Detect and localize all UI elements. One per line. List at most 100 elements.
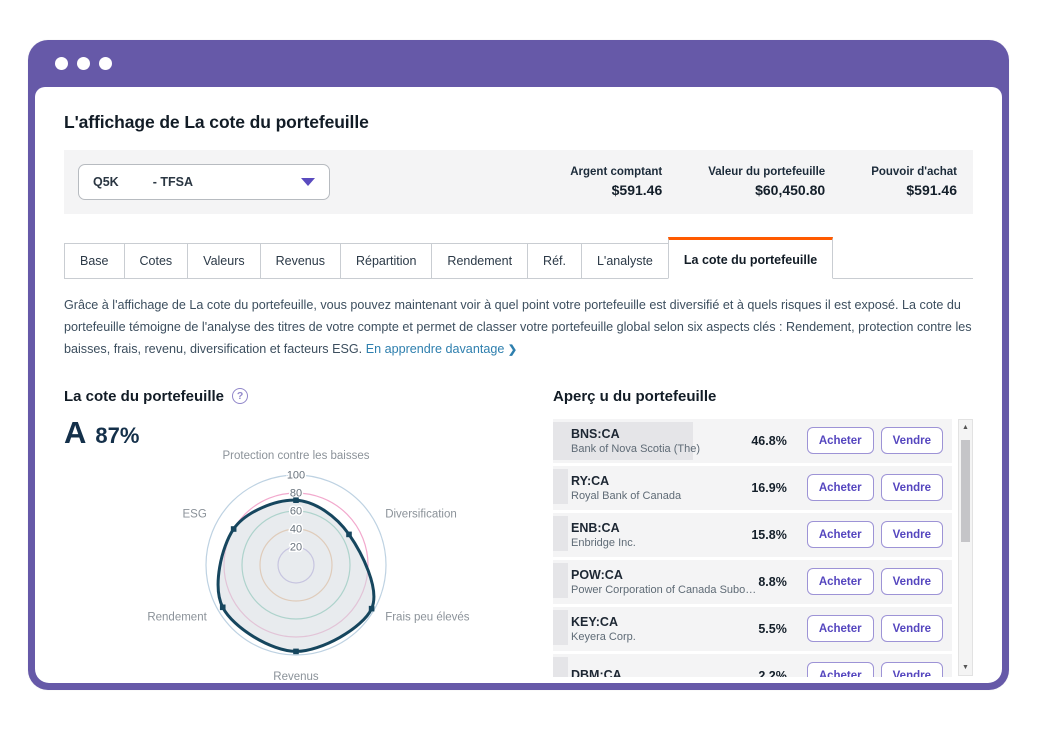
stat-value: $591.46 — [871, 182, 957, 198]
learn-more-link[interactable]: En apprendre davantage — [366, 342, 505, 356]
tab-r-partition[interactable]: Répartition — [340, 243, 432, 278]
row-accent — [553, 657, 568, 677]
holding-weight: 46.8% — [751, 434, 786, 448]
holding-company-name: Keyera Corp. — [571, 631, 758, 643]
buy-button[interactable]: Acheter — [807, 427, 874, 454]
holding-row: KEY:CA Keyera Corp.5.5% Acheter Vendre — [553, 607, 952, 651]
radar-data-marker — [293, 497, 299, 503]
sell-button[interactable]: Vendre — [881, 474, 943, 501]
row-accent — [553, 469, 568, 504]
sell-button[interactable]: Vendre — [881, 568, 943, 595]
account-stat: Argent comptant$591.46 — [570, 166, 662, 198]
radar-axis-label: Revenus — [273, 671, 319, 683]
tab-rendement[interactable]: Rendement — [431, 243, 528, 278]
holding-ticker: DBM:CA — [571, 668, 758, 677]
buy-button[interactable]: Acheter — [807, 568, 874, 595]
holding-name-cell: KEY:CA Keyera Corp. — [571, 615, 758, 643]
chevron-right-icon: ❯ — [508, 344, 517, 356]
radar-axis-label: Frais peu élevés — [385, 611, 470, 623]
holding-row: RY:CA Royal Bank of Canada16.9% Acheter Ven… — [553, 466, 952, 510]
sell-button[interactable]: Vendre — [881, 615, 943, 642]
buy-button[interactable]: Acheter — [807, 474, 874, 501]
window-control-dot[interactable] — [99, 57, 112, 70]
holding-ticker: BNS:CA — [571, 427, 751, 441]
tab-l-analyste[interactable]: L'analyste — [581, 243, 669, 278]
window-control-dot[interactable] — [55, 57, 68, 70]
stat-value: $591.46 — [570, 182, 662, 198]
radar-axis-label: Rendement — [147, 611, 207, 623]
holding-ticker: KEY:CA — [571, 615, 758, 629]
account-code: Q5K — [93, 175, 119, 189]
radar-tick-label: 40 — [290, 523, 302, 535]
holding-weight: 15.8% — [751, 528, 786, 542]
account-summary-bar: Q5K - TFSA Argent comptant$591.46 Valeur … — [64, 150, 973, 214]
tab-r-f-[interactable]: Réf. — [527, 243, 582, 278]
window-control-dot[interactable] — [77, 57, 90, 70]
tab-bar: BaseCotesValeursRevenusRépartitionRendem… — [64, 237, 973, 279]
radar-axis-label: Diversification — [385, 508, 457, 520]
holding-company-name: Enbridge Inc. — [571, 537, 751, 549]
account-type-label: - TFSA — [153, 175, 193, 189]
account-stats: Argent comptant$591.46 Valeur du portefeu… — [570, 166, 959, 198]
radar-axis-label: ESG — [183, 508, 207, 520]
buy-button[interactable]: Acheter — [807, 521, 874, 548]
holding-name-cell: DBM:CA — [571, 668, 758, 677]
row-accent — [553, 516, 568, 551]
buy-button[interactable]: Acheter — [807, 662, 874, 677]
holding-row: POW:CAPower Corporation of Canada Subord… — [553, 560, 952, 604]
stat-label: Pouvoir d'achat — [871, 166, 957, 178]
help-icon[interactable]: ? — [232, 388, 248, 404]
row-accent — [553, 563, 568, 598]
buy-button[interactable]: Acheter — [807, 615, 874, 642]
radar-data-marker — [293, 648, 299, 654]
sell-button[interactable]: Vendre — [881, 521, 943, 548]
chevron-down-icon — [301, 178, 315, 186]
page-content: L'affichage de La cote du portefeuille Q… — [35, 87, 1002, 683]
holdings-list: BNS:CA Bank of Nova Scotia (The)46.8% Ache… — [553, 419, 973, 677]
radar-data-marker — [231, 526, 237, 532]
scroll-up-icon[interactable]: ▲ — [962, 424, 969, 431]
holding-row: ENB:CA Enbridge Inc.15.8% Acheter Vendre — [553, 513, 952, 557]
tab-cotes[interactable]: Cotes — [124, 243, 189, 278]
holding-weight: 8.8% — [758, 575, 787, 589]
window-titlebar — [28, 40, 1009, 87]
radar-data-marker — [220, 604, 226, 610]
description-text: Grâce à l'affichage de La cote du portef… — [64, 298, 972, 356]
page-title: L'affichage de La cote du portefeuille — [64, 112, 973, 133]
holding-weight: 16.9% — [751, 481, 786, 495]
tab-revenus[interactable]: Revenus — [260, 243, 341, 278]
account-stat: Pouvoir d'achat $591.46 — [871, 166, 957, 198]
holding-company-name: Bank of Nova Scotia (The) — [571, 443, 751, 455]
holding-ticker: ENB:CA — [571, 521, 751, 535]
radar-tick-label: 60 — [290, 505, 302, 517]
scroll-thumb[interactable] — [961, 440, 970, 542]
portfolio-score-radar-chart: 20406080100Protection contre les baisses… — [64, 443, 532, 683]
tab-la-cote-du-portefeuille[interactable]: La cote du portefeuille — [668, 237, 833, 279]
holding-name-cell: RY:CA Royal Bank of Canada — [571, 474, 751, 502]
radar-data-marker — [346, 531, 352, 537]
holding-company-name: Power Corporation of Canada Subordinat..… — [571, 584, 758, 596]
radar-data-marker — [369, 606, 375, 612]
sell-button[interactable]: Vendre — [881, 427, 943, 454]
scroll-down-icon[interactable]: ▼ — [962, 664, 969, 671]
tab-base[interactable]: Base — [64, 243, 125, 278]
radar-tick-label: 20 — [290, 541, 302, 553]
holding-ticker: RY:CA — [571, 474, 751, 488]
holding-row: BNS:CA Bank of Nova Scotia (The)46.8% Ache… — [553, 419, 952, 463]
holding-row: DBM:CA2.2%AcheterVendre — [553, 654, 952, 677]
feature-description: Grâce à l'affichage de La cote du portef… — [64, 295, 973, 361]
row-accent — [553, 610, 568, 645]
radar-axis-label: Protection contre les baisses — [222, 450, 369, 462]
holding-name-cell: ENB:CA Enbridge Inc. — [571, 521, 751, 549]
tab-valeurs[interactable]: Valeurs — [187, 243, 260, 278]
holding-company-name: Royal Bank of Canada — [571, 490, 751, 502]
account-stat: Valeur du portefeuille$60,450.80 — [708, 166, 825, 198]
stat-label: Valeur du portefeuille — [708, 166, 825, 178]
scrollbar[interactable]: ▲ ▼ — [958, 419, 973, 676]
holding-name-cell: POW:CAPower Corporation of Canada Subord… — [571, 568, 758, 596]
account-selector-dropdown[interactable]: Q5K - TFSA — [78, 164, 330, 200]
score-section-heading: La cote du portefeuille — [64, 388, 224, 405]
holding-weight: 5.5% — [758, 622, 787, 636]
sell-button[interactable]: Vendre — [881, 662, 943, 677]
portfolio-overview-section: Aperç u du portefeuille BNS:CABank of No… — [553, 388, 973, 683]
